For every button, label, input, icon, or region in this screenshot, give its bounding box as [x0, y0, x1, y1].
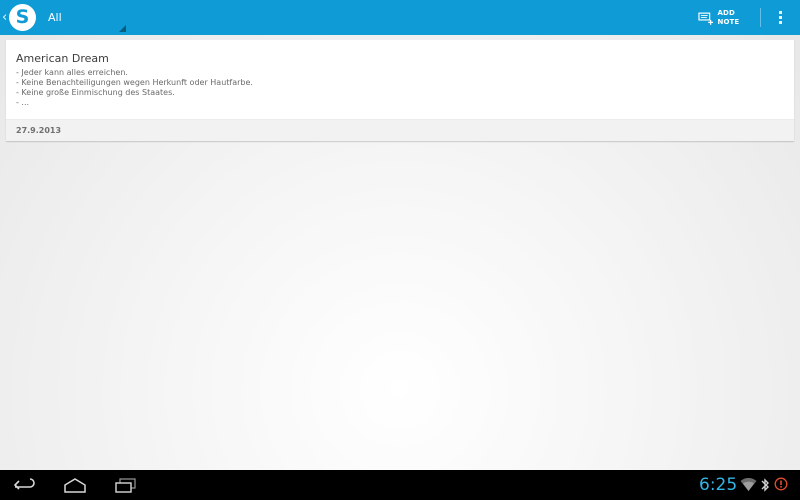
home-icon[interactable] [62, 477, 88, 493]
action-bar: ‹ S All ADD NOTE [0, 0, 800, 35]
note-footer: 27.9.2013 [6, 119, 794, 141]
note-line: - Jeder kann alles erreichen. [16, 68, 128, 77]
add-note-label: ADD NOTE [717, 8, 740, 26]
overflow-menu-icon[interactable] [770, 8, 790, 27]
app-logo-letter: S [15, 6, 30, 28]
note-date: 27.9.2013 [16, 126, 62, 135]
add-note-icon [698, 12, 714, 25]
filter-spinner[interactable]: All [40, 0, 126, 35]
spinner-arrow-icon [119, 25, 126, 32]
recent-apps-icon[interactable] [113, 477, 137, 493]
system-bar: 6:25 [0, 470, 800, 500]
alert-icon [774, 477, 788, 491]
note-line: - Keine große Einmischung des Staates. [16, 88, 175, 97]
wifi-icon [740, 478, 757, 491]
back-icon[interactable] [13, 477, 37, 493]
note-preview: - Jeder kann alles erreichen. - Keine Be… [16, 68, 776, 108]
note-card[interactable]: American Dream - Jeder kann alles erreic… [6, 40, 794, 141]
action-bar-divider [760, 8, 761, 27]
filter-label: All [48, 11, 62, 24]
app-logo[interactable]: S [9, 4, 36, 31]
note-line: - Keine Benachteiligungen wegen Herkunft… [16, 78, 253, 87]
note-title: American Dream [16, 52, 109, 65]
note-line: - ... [16, 98, 30, 107]
add-note-button[interactable]: ADD NOTE [698, 0, 758, 35]
bluetooth-icon [761, 478, 769, 492]
clock: 6:25 [699, 475, 738, 495]
